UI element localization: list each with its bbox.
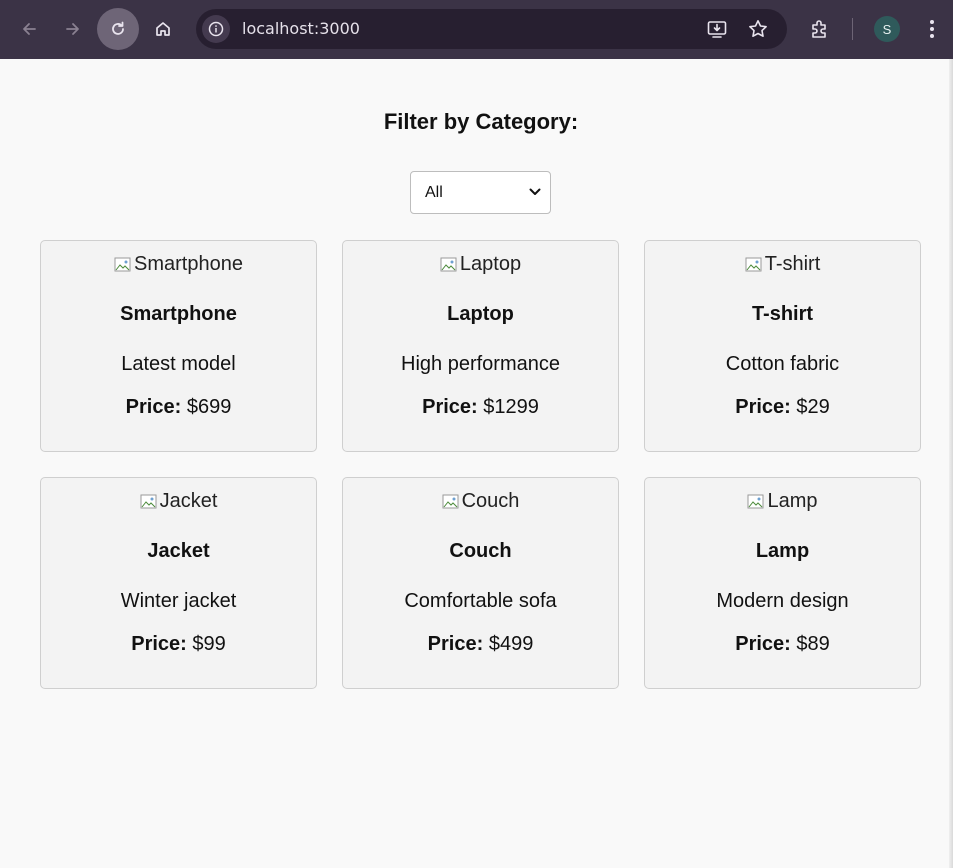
page-content: Filter by Category: All Smartphone Smart… — [1, 59, 949, 868]
filter-title: Filter by Category: — [383, 109, 579, 134]
product-card-jacket[interactable]: Jacket Jacket Winter jacket Price: $99 — [40, 477, 317, 689]
url-text[interactable]: localhost:3000 — [242, 19, 360, 38]
category-select-value: All — [425, 184, 443, 201]
product-card-couch[interactable]: Couch Couch Comfortable sofa Price: $499 — [342, 477, 619, 689]
broken-image-icon — [140, 493, 158, 511]
star-icon — [749, 20, 767, 37]
product-price: Price: $699 — [125, 396, 232, 418]
reload-button[interactable] — [97, 8, 139, 50]
install-icon — [707, 21, 727, 38]
puzzle-icon — [812, 20, 826, 38]
broken-image-icon — [442, 493, 460, 511]
product-price: Price: $99 — [131, 633, 226, 655]
product-description: Latest model — [121, 353, 236, 375]
product-description: Winter jacket — [120, 590, 237, 612]
product-description: Cotton fabric — [725, 353, 840, 375]
home-icon — [156, 22, 170, 36]
toolbar-divider — [852, 18, 853, 40]
product-description: Modern design — [716, 590, 849, 612]
product-price: Price: $499 — [427, 633, 534, 655]
product-name: Smartphone — [120, 303, 237, 325]
product-image: Lamp — [645, 490, 920, 513]
product-image: Smartphone — [41, 253, 316, 276]
product-image: Laptop — [343, 253, 618, 276]
broken-image-icon — [745, 256, 763, 274]
install-app-button[interactable] — [706, 18, 728, 40]
product-price: Price: $29 — [735, 396, 830, 418]
bookmark-button[interactable] — [747, 18, 769, 40]
reload-icon — [112, 21, 124, 35]
broken-image-icon — [114, 256, 132, 274]
product-price: Price: $1299 — [422, 396, 539, 418]
product-card-lamp[interactable]: Lamp Lamp Modern design Price: $89 — [644, 477, 921, 689]
more-vertical-icon — [930, 20, 934, 38]
product-description: Comfortable sofa — [404, 590, 557, 612]
product-name: Couch — [449, 540, 512, 562]
info-icon — [208, 21, 224, 37]
product-price: Price: $89 — [735, 633, 830, 655]
product-image: T-shirt — [645, 253, 920, 276]
back-button[interactable] — [9, 9, 49, 49]
profile-avatar[interactable]: S — [874, 16, 900, 42]
site-info-button[interactable] — [202, 15, 230, 43]
broken-image-icon — [440, 256, 458, 274]
back-arrow-icon — [23, 23, 36, 35]
browser-toolbar: localhost:3000 S — [0, 0, 953, 59]
product-name: T-shirt — [751, 303, 814, 325]
chevron-down-icon — [529, 188, 541, 195]
product-card-laptop[interactable]: Laptop Laptop High performance Price: $1… — [342, 240, 619, 452]
product-description: High performance — [401, 353, 560, 375]
home-button[interactable] — [143, 9, 183, 49]
browser-menu-button[interactable] — [922, 18, 942, 40]
product-image: Jacket — [41, 490, 316, 513]
product-name: Lamp — [755, 540, 810, 562]
forward-arrow-icon — [66, 23, 79, 35]
product-name: Jacket — [147, 540, 210, 562]
product-card-smartphone[interactable]: Smartphone Smartphone Latest model Price… — [40, 240, 317, 452]
product-name: Laptop — [447, 303, 514, 325]
product-image: Couch — [343, 490, 618, 513]
extensions-button[interactable] — [809, 18, 831, 40]
page-edge — [949, 59, 953, 868]
category-select[interactable]: All — [410, 171, 551, 214]
broken-image-icon — [747, 493, 765, 511]
product-card-tshirt[interactable]: T-shirt T-shirt Cotton fabric Price: $29 — [644, 240, 921, 452]
address-bar[interactable]: localhost:3000 — [196, 9, 787, 49]
forward-button[interactable] — [53, 9, 93, 49]
